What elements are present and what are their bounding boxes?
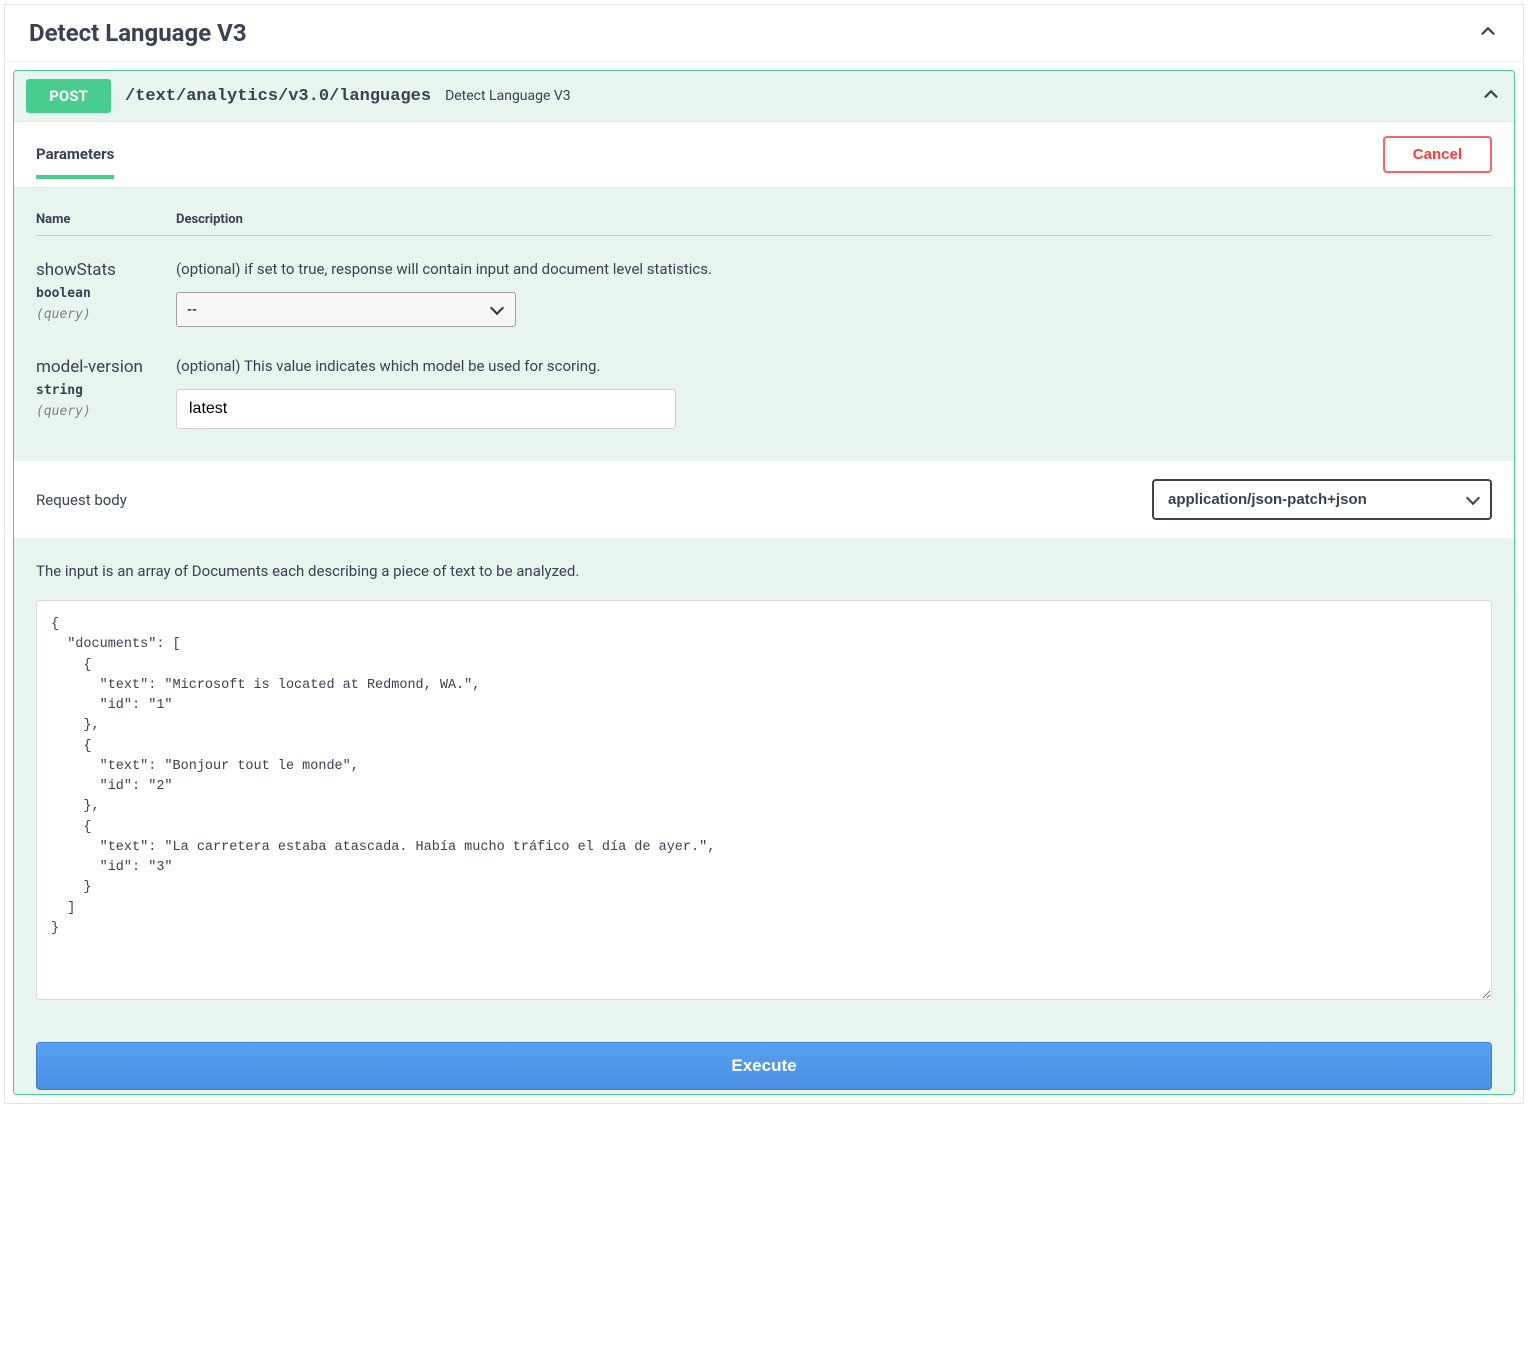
col-header-name: Name <box>36 212 176 227</box>
section-header[interactable]: Detect Language V3 <box>5 5 1523 62</box>
parameters-body: Name Description showStats boolean (quer… <box>14 188 1514 461</box>
http-method-badge: POST <box>26 79 111 113</box>
param-type: string <box>36 383 176 398</box>
param-description: (optional) This value indicates which mo… <box>176 357 1492 375</box>
request-body-section: The input is an array of Documents each … <box>14 538 1514 1032</box>
param-row-showstats: showStats boolean (query) (optional) if … <box>36 250 1492 347</box>
request-body-header: Request body application/json-patch+json <box>14 461 1514 538</box>
parameters-tab-row: Parameters Cancel <box>14 121 1514 188</box>
api-section: Detect Language V3 POST /text/analytics/… <box>4 4 1524 1104</box>
param-name: showStats <box>36 260 176 280</box>
execute-row: Execute <box>14 1032 1514 1094</box>
section-title: Detect Language V3 <box>29 19 1477 47</box>
tab-parameters[interactable]: Parameters <box>36 145 114 179</box>
param-description: (optional) if set to true, response will… <box>176 260 1492 278</box>
endpoint-block: POST /text/analytics/v3.0/languages Dete… <box>13 70 1515 1095</box>
request-body-textarea[interactable] <box>36 600 1492 1000</box>
endpoint-summary: Detect Language V3 <box>445 88 1466 104</box>
showstats-select[interactable]: -- <box>176 292 516 327</box>
param-type: boolean <box>36 286 176 301</box>
param-name: model-version <box>36 357 176 377</box>
content-type-select[interactable]: application/json-patch+json <box>1152 479 1492 520</box>
param-row-model-version: model-version string (query) (optional) … <box>36 347 1492 449</box>
endpoint-summary-row[interactable]: POST /text/analytics/v3.0/languages Dete… <box>14 71 1514 121</box>
param-location: (query) <box>36 307 176 322</box>
request-body-description: The input is an array of Documents each … <box>36 562 1492 580</box>
endpoint-path: /text/analytics/v3.0/languages <box>125 87 431 106</box>
execute-button[interactable]: Execute <box>36 1042 1492 1090</box>
collapse-chevron-icon[interactable] <box>1477 20 1499 47</box>
request-body-label: Request body <box>36 491 1152 509</box>
col-header-description: Description <box>176 212 1492 227</box>
param-location: (query) <box>36 404 176 419</box>
endpoint-collapse-icon[interactable] <box>1480 83 1502 110</box>
cancel-button[interactable]: Cancel <box>1383 136 1492 173</box>
model-version-input[interactable] <box>176 389 676 429</box>
param-header-row: Name Description <box>36 212 1492 236</box>
